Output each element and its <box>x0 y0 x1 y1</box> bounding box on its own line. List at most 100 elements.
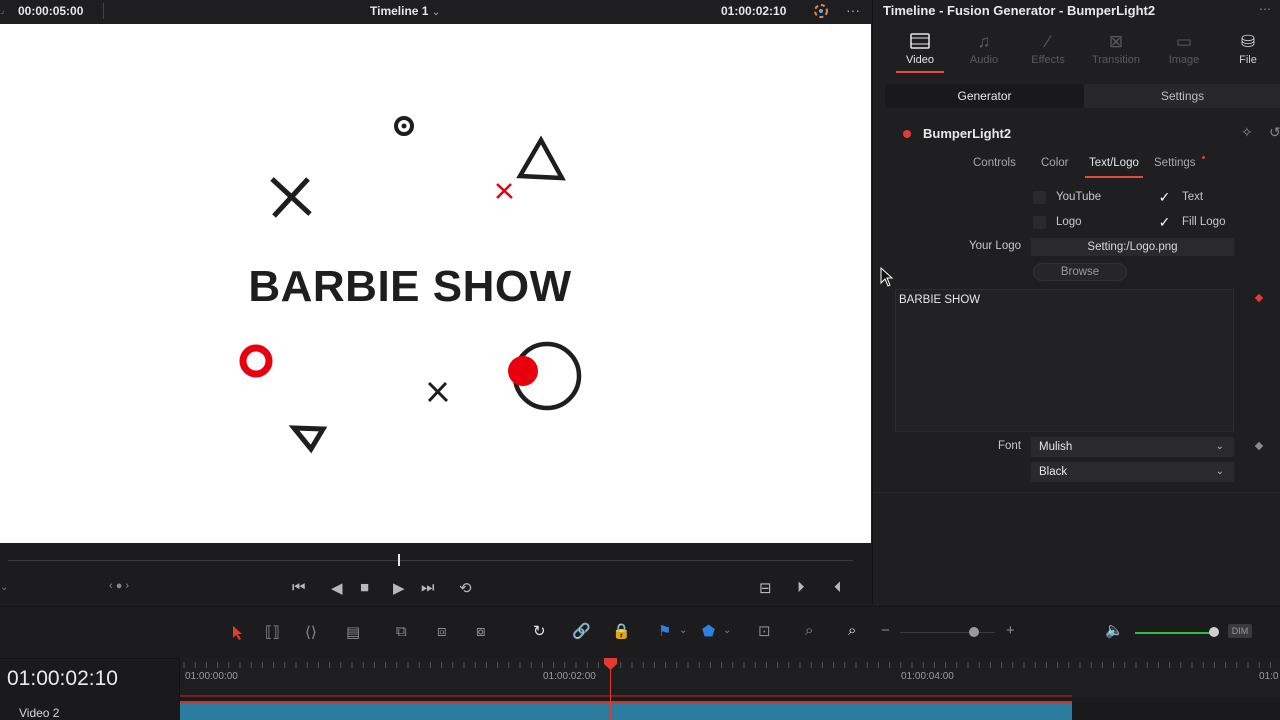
lock-icon[interactable]: 🔒 <box>612 622 631 640</box>
subtab-settings[interactable]: Settings <box>1084 84 1280 108</box>
insert-clip-icon[interactable]: ⧉ <box>396 623 407 640</box>
timeline-selector[interactable]: Timeline 1 ⌄ <box>370 4 440 18</box>
volume-slider-track[interactable] <box>1135 632 1213 634</box>
chevron-down-icon[interactable]: ⌄ <box>0 582 8 593</box>
panel-tab-settings[interactable]: Settings <box>1154 157 1196 169</box>
chevron-down-icon[interactable]: ⌄ <box>679 625 687 636</box>
replace-clip-icon[interactable]: ⧇ <box>476 623 486 640</box>
magic-wand-icon[interactable]: ✧ <box>1241 124 1253 141</box>
dot-shape-red <box>508 356 538 386</box>
youtube-checkbox[interactable] <box>1033 191 1046 204</box>
speaker-icon[interactable]: 🔈 <box>1105 621 1124 639</box>
match-frame-icon[interactable]: ⊟ <box>759 579 772 597</box>
more-options-icon[interactable]: ··· <box>846 2 860 18</box>
snapping-icon[interactable]: ↻ <box>533 622 546 640</box>
tab-label: Effects <box>1031 54 1065 66</box>
zoom-detail-icon[interactable]: ⌕ <box>805 622 813 639</box>
keyframe-icon[interactable] <box>1254 293 1264 303</box>
tab-label: File <box>1239 54 1257 66</box>
your-logo-field[interactable]: Setting:/Logo.png <box>1031 238 1234 256</box>
fill-logo-checkbox[interactable]: ✓ <box>1158 215 1171 229</box>
modified-indicator <box>1202 156 1205 159</box>
file-stack-icon: ⛁ <box>1240 32 1256 51</box>
overwrite-clip-icon[interactable]: ⧈ <box>437 623 447 640</box>
ring-shape-red <box>239 344 273 378</box>
chevron-down-icon: ⌄ <box>1215 441 1224 452</box>
tab-video[interactable]: Video <box>888 32 952 73</box>
tab-file[interactable]: ⛁ File <box>1216 32 1280 66</box>
keyframe-icon[interactable] <box>1254 441 1264 451</box>
inspector-subtabs: Generator Settings <box>885 84 1280 108</box>
tab-transition[interactable]: ⊠ Transition <box>1084 32 1148 66</box>
expand-icon[interactable]: ⌟ <box>0 5 4 16</box>
tab-effects[interactable]: ⁄ Effects <box>1016 32 1080 66</box>
skip-to-end-icon[interactable]: ⏭ <box>421 579 435 596</box>
stop-icon[interactable]: ■ <box>360 579 369 596</box>
zoom-in-icon[interactable]: + <box>1006 622 1015 639</box>
inspector-panel: Timeline - Fusion Generator - BumperLigh… <box>872 0 1280 605</box>
image-icon: ▭ <box>1175 32 1193 51</box>
x-shape-red <box>496 183 513 199</box>
zoom-slider-knob[interactable] <box>969 627 979 637</box>
volume-slider-knob[interactable] <box>1209 627 1219 637</box>
your-logo-label: Your Logo <box>969 240 1022 252</box>
skip-to-start-icon[interactable]: ⏮ <box>292 579 306 596</box>
blade-tool-icon[interactable]: ▤ <box>346 623 360 641</box>
fill-logo-label: Fill Logo <box>1182 216 1226 228</box>
tab-image[interactable]: ▭ Image <box>1152 32 1216 66</box>
ring-shape-small <box>394 116 414 136</box>
panel-tab-controls[interactable]: Controls <box>973 157 1016 169</box>
trim-tool-icon[interactable]: ⟦⟧ <box>265 623 280 641</box>
zoom-custom-icon[interactable]: ⌕ <box>848 622 856 639</box>
loop-icon[interactable]: ⟲ <box>459 579 472 597</box>
jog-control[interactable]: ‹ ● › <box>109 580 129 592</box>
font-label: Font <box>998 440 1022 452</box>
zoom-out-icon[interactable]: − <box>881 622 890 639</box>
selection-tool-icon[interactable] <box>232 625 244 641</box>
font-family-value: Mulish <box>1039 441 1073 453</box>
play-reverse-icon[interactable]: ◀ <box>331 579 343 597</box>
ruler-label: 01:00:00:00 <box>185 671 238 682</box>
render-bar <box>180 695 1072 697</box>
panel-tab-color[interactable]: Color <box>1041 157 1068 169</box>
styled-text-input[interactable]: BARBIE SHOW <box>895 289 1234 432</box>
chevron-down-icon[interactable]: ⌄ <box>723 625 731 636</box>
flag-icon[interactable]: ⚑ <box>658 622 671 640</box>
font-family-dropdown[interactable]: Mulish ⌄ <box>1031 437 1234 457</box>
zoom-slider-track[interactable] <box>900 632 995 633</box>
marker-icon[interactable]: ⬟ <box>702 622 715 640</box>
divider <box>103 3 104 19</box>
link-icon[interactable]: 🔗 <box>572 622 591 640</box>
next-frame-icon[interactable]: ⏵ <box>797 579 805 596</box>
text-label: Text <box>1182 191 1204 203</box>
scrub-playhead[interactable] <box>398 554 400 566</box>
playhead-handle-icon[interactable] <box>603 658 618 670</box>
duration-timecode: 00:00:05:00 <box>18 4 84 18</box>
viewer-headline: BARBIE SHOW <box>248 262 572 311</box>
timeline-ruler[interactable] <box>179 658 1280 698</box>
browse-button[interactable]: Browse <box>1033 263 1127 281</box>
zoom-full-icon[interactable]: ⊡ <box>758 622 771 640</box>
previous-frame-icon[interactable]: ⏴ <box>834 579 842 596</box>
panel-tab-text-logo[interactable]: Text/Logo <box>1085 157 1143 178</box>
viewer-canvas[interactable]: BARBIE SHOW <box>0 24 871 543</box>
panel-menu-icon[interactable]: ⋯ <box>1259 2 1271 16</box>
scrub-bar[interactable] <box>8 560 853 561</box>
dim-button[interactable]: DIM <box>1228 624 1252 638</box>
transition-icon: ⊠ <box>1108 32 1124 51</box>
font-style-dropdown[interactable]: Black ⌄ <box>1031 462 1234 482</box>
text-checkbox[interactable]: ✓ <box>1158 190 1171 204</box>
logo-checkbox[interactable] <box>1033 216 1046 229</box>
reset-icon[interactable]: ↺ <box>1269 124 1280 141</box>
play-icon[interactable]: ▶ <box>393 579 405 597</box>
triangle-shape-bottom <box>288 425 328 454</box>
dynamic-trim-icon[interactable]: ⟨⟩ <box>305 623 317 641</box>
subtab-generator[interactable]: Generator <box>885 84 1084 108</box>
tab-audio[interactable]: ♫ Audio <box>952 32 1016 66</box>
ruler-label: 01:00:02:00 <box>543 671 596 682</box>
enable-toggle[interactable] <box>903 130 911 138</box>
color-wheel-icon[interactable] <box>812 2 830 25</box>
ruler-label: 01:0 <box>1259 671 1279 682</box>
logo-label: Logo <box>1056 216 1082 228</box>
timeline-clip[interactable] <box>180 701 1072 720</box>
